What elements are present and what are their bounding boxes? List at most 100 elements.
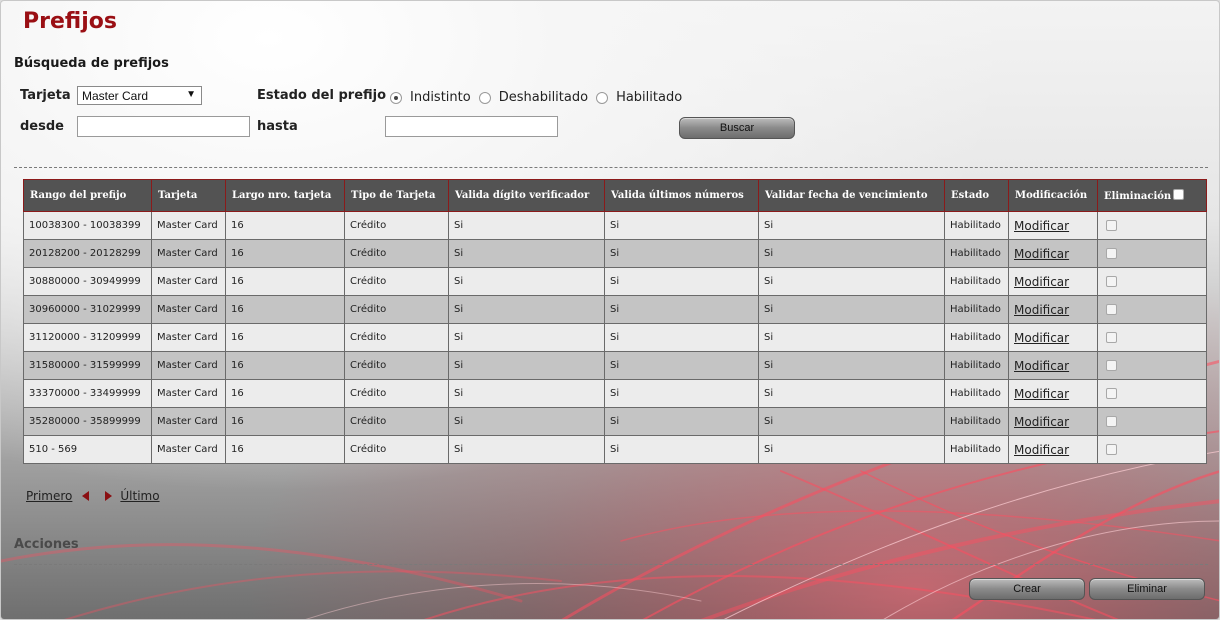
- modify-link[interactable]: Modificar: [1008, 435, 1098, 464]
- page-title: Prefijos: [23, 9, 117, 34]
- cell-range: 10038300 - 10038399: [23, 211, 152, 240]
- col-header-status: Estado: [944, 179, 1009, 212]
- card-select-value: Master Card: [82, 89, 149, 103]
- cell-range: 35280000 - 35899999: [23, 407, 152, 436]
- card-label: Tarjeta: [20, 88, 71, 103]
- col-header-type: Tipo de Tarjeta: [344, 179, 449, 212]
- delete-button[interactable]: Eliminar: [1089, 578, 1205, 600]
- modify-link[interactable]: Modificar: [1008, 323, 1098, 352]
- modify-link[interactable]: Modificar: [1008, 239, 1098, 268]
- cell-length: 16: [225, 295, 345, 324]
- table-row: 31120000 - 31209999 Master Card 16 Crédito S…: [23, 323, 1207, 352]
- cell-type: Crédito: [344, 379, 449, 408]
- modify-link[interactable]: Modificar: [1008, 407, 1098, 436]
- actions-title: Acciones: [14, 537, 79, 552]
- delete-checkbox[interactable]: [1106, 303, 1117, 315]
- delete-checkbox[interactable]: [1106, 247, 1117, 259]
- cell-status: Habilitado: [944, 435, 1009, 464]
- cell-length: 16: [225, 379, 345, 408]
- cell-last-numbers: Si: [604, 211, 759, 240]
- cell-expiry: Si: [758, 211, 945, 240]
- pager-last-link[interactable]: Último: [120, 489, 159, 503]
- cell-status: Habilitado: [944, 407, 1009, 436]
- cell-length: 16: [225, 267, 345, 296]
- pager-first-link[interactable]: Primero: [26, 489, 72, 503]
- cell-expiry: Si: [758, 351, 945, 380]
- delete-checkbox[interactable]: [1106, 443, 1117, 455]
- cell-length: 16: [225, 435, 345, 464]
- next-page-icon[interactable]: [105, 491, 113, 501]
- cell-last-numbers: Si: [604, 239, 759, 268]
- cell-check-digit: Si: [448, 351, 605, 380]
- radio-habilitado[interactable]: Habilitado: [596, 90, 682, 105]
- radio-habilitado-dot[interactable]: [596, 91, 609, 104]
- cell-status: Habilitado: [944, 379, 1009, 408]
- cell-status: Habilitado: [944, 323, 1009, 352]
- modify-link[interactable]: Modificar: [1008, 267, 1098, 296]
- cell-range: 510 - 569: [23, 435, 152, 464]
- cell-expiry: Si: [758, 267, 945, 296]
- create-button[interactable]: Crear: [969, 578, 1085, 600]
- card-select[interactable]: Master Card ▼: [77, 86, 202, 105]
- radio-deshabilitado-label: Deshabilitado: [498, 90, 589, 105]
- to-input[interactable]: [385, 116, 558, 137]
- modify-link[interactable]: Modificar: [1008, 295, 1098, 324]
- cell-card: Master Card: [151, 323, 226, 352]
- modify-link[interactable]: Modificar: [1008, 379, 1098, 408]
- delete-checkbox[interactable]: [1106, 331, 1117, 343]
- status-label: Estado del prefijo: [257, 88, 387, 103]
- cell-range: 31580000 - 31599999: [23, 351, 152, 380]
- select-all-checkbox[interactable]: [1173, 189, 1185, 200]
- from-input[interactable]: [77, 116, 250, 137]
- cell-last-numbers: Si: [604, 323, 759, 352]
- cell-delete: [1097, 379, 1207, 408]
- cell-length: 16: [225, 351, 345, 380]
- table-row: 20128200 - 20128299 Master Card 16 Crédito S…: [23, 239, 1207, 268]
- col-header-expiry: Validar fecha de vencimiento: [758, 179, 945, 212]
- pager: Primero Último: [26, 489, 160, 503]
- cell-check-digit: Si: [448, 239, 605, 268]
- radio-deshabilitado-dot[interactable]: [478, 91, 491, 104]
- cell-card: Master Card: [151, 239, 226, 268]
- cell-check-digit: Si: [448, 211, 605, 240]
- cell-expiry: Si: [758, 407, 945, 436]
- delete-checkbox[interactable]: [1106, 415, 1117, 427]
- table-row: 10038300 - 10038399 Master Card 16 Crédito S…: [23, 211, 1207, 240]
- cell-card: Master Card: [151, 435, 226, 464]
- chevron-down-icon: ▼: [186, 89, 196, 100]
- prev-page-icon[interactable]: [82, 491, 90, 501]
- radio-deshabilitado[interactable]: Deshabilitado: [478, 90, 589, 105]
- delete-checkbox[interactable]: [1106, 219, 1117, 231]
- cell-status: Habilitado: [944, 351, 1009, 380]
- col-header-check-digit: Valida dígito verificador: [448, 179, 605, 212]
- cell-last-numbers: Si: [604, 435, 759, 464]
- cell-type: Crédito: [344, 239, 449, 268]
- delete-checkbox[interactable]: [1106, 359, 1117, 371]
- radio-indistinto[interactable]: Indistinto: [390, 90, 471, 105]
- cell-check-digit: Si: [448, 267, 605, 296]
- cell-expiry: Si: [758, 239, 945, 268]
- delete-checkbox[interactable]: [1106, 387, 1117, 399]
- modify-link[interactable]: Modificar: [1008, 211, 1098, 240]
- search-button[interactable]: Buscar: [679, 117, 795, 139]
- radio-indistinto-label: Indistinto: [410, 90, 471, 105]
- table-row: 510 - 569 Master Card 16 Crédito Si Si Si Habil…: [23, 435, 1207, 464]
- cell-card: Master Card: [151, 267, 226, 296]
- delete-checkbox[interactable]: [1106, 275, 1117, 287]
- table-row: 33370000 - 33499999 Master Card 16 Crédito S…: [23, 379, 1207, 408]
- col-header-card: Tarjeta: [151, 179, 226, 212]
- cell-length: 16: [225, 211, 345, 240]
- to-label: hasta: [257, 119, 298, 134]
- divider-bottom: [14, 564, 1208, 565]
- table-body: 10038300 - 10038399 Master Card 16 Crédito S…: [23, 211, 1207, 464]
- modify-link[interactable]: Modificar: [1008, 351, 1098, 380]
- radio-indistinto-dot[interactable]: [390, 91, 402, 104]
- cell-type: Crédito: [344, 351, 449, 380]
- col-header-range: Rango del prefijo: [23, 179, 152, 212]
- cell-type: Crédito: [344, 267, 449, 296]
- cell-status: Habilitado: [944, 239, 1009, 268]
- table-row: 35280000 - 35899999 Master Card 16 Crédito S…: [23, 407, 1207, 436]
- cell-delete: [1097, 323, 1207, 352]
- cell-type: Crédito: [344, 435, 449, 464]
- cell-delete: [1097, 267, 1207, 296]
